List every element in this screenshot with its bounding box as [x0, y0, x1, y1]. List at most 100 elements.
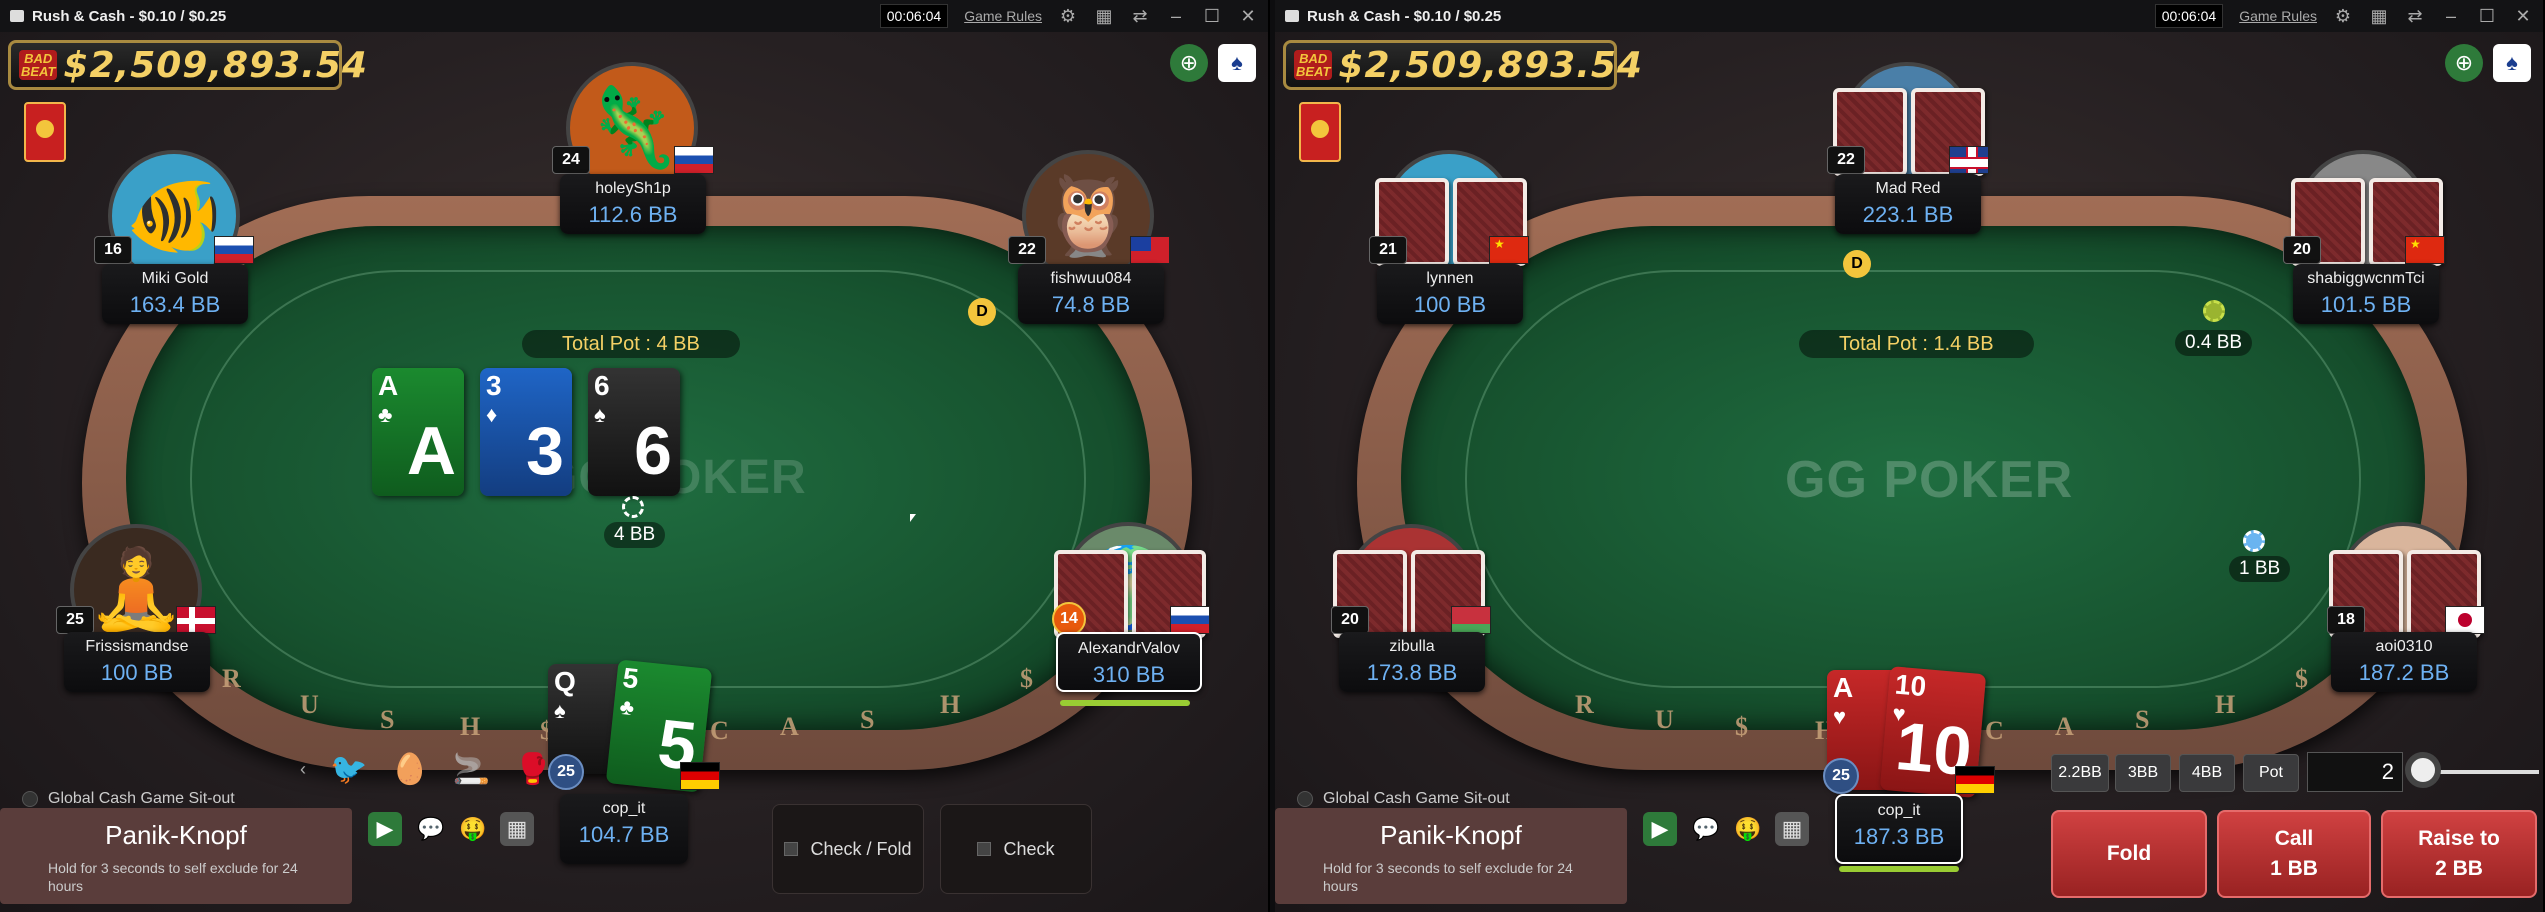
title-bar: Rush & Cash - $0.10 / $0.25 00:06:04 Gam… [1275, 0, 2543, 32]
flag-icon [1489, 236, 1529, 264]
hero-plate[interactable]: cop_it 104.7 BB [560, 794, 688, 864]
player-level: 25 [548, 754, 584, 790]
player-plate[interactable]: lynnen 100 BB [1377, 264, 1523, 324]
sitout-label: Global Cash Game Sit-out [48, 790, 235, 807]
player-plate[interactable]: fishwuu084 74.8 BB [1018, 264, 1164, 324]
maximize-icon[interactable]: ☐ [1202, 6, 1222, 27]
check-button[interactable]: Check [940, 804, 1092, 894]
panic-button[interactable]: Panik-Knopf Hold for 3 seconds to self e… [1275, 808, 1627, 904]
red-envelope-icon[interactable] [24, 102, 66, 162]
maximize-icon[interactable]: ☐ [2477, 6, 2497, 27]
sitout-toggle[interactable]: Global Cash Game Sit-out [1297, 790, 1510, 808]
total-pot: Total Pot : 4 BB [522, 330, 740, 358]
panic-title: Panik-Knopf [105, 820, 247, 850]
emoji-icon[interactable]: 🤑 [456, 812, 490, 846]
game-rules-link[interactable]: Game Rules [2239, 8, 2317, 24]
player-plate[interactable]: zibulla 173.8 BB [1339, 632, 1485, 692]
action-timer-bar [1060, 700, 1190, 706]
add-table-icon[interactable]: ⊕ [1170, 44, 1208, 82]
player-level: 22 [1827, 146, 1865, 174]
player-plate[interactable]: aoi0310 187.2 BB [2331, 632, 2477, 692]
player-plate-active[interactable]: AlexandrValov 310 BB [1056, 632, 1202, 692]
red-envelope-icon[interactable] [1299, 102, 1341, 162]
player-name: fishwuu084 [1050, 270, 1132, 287]
card-rank: Q [554, 666, 576, 697]
preset-button[interactable]: 3BB [2115, 754, 2171, 792]
card-deck-icon[interactable]: ♠ [1218, 44, 1256, 82]
chevron-left-icon[interactable]: ‹ [300, 759, 306, 780]
table-view-icon[interactable]: ⇄ [1130, 6, 1150, 27]
player-plate[interactable]: holeySh1p 112.6 BB [560, 174, 706, 234]
emoji-icon[interactable]: 🤑 [1731, 812, 1765, 846]
player-plate[interactable]: Frissismandse 100 BB [64, 632, 210, 692]
action-timer-bar [1839, 866, 1959, 872]
cigar-icon[interactable]: 🚬 [453, 752, 490, 787]
sitout-toggle[interactable]: Global Cash Game Sit-out [22, 790, 235, 808]
table-view-icon[interactable]: ⇄ [2405, 6, 2425, 27]
flag-icon [176, 606, 216, 634]
card-suit: ♣ [618, 693, 636, 721]
sitout-checkbox[interactable] [22, 791, 38, 807]
call-button[interactable]: Call 1 BB [2217, 810, 2371, 898]
window-title: Rush & Cash - $0.10 / $0.25 [1307, 7, 1502, 25]
player-plate[interactable]: shabiggwcnmTci 101.5 BB [2293, 264, 2439, 324]
player-level: 20 [1331, 606, 1369, 634]
minimize-icon[interactable]: – [1166, 6, 1186, 27]
preset-button[interactable]: 2.2BB [2051, 754, 2109, 792]
rail-letter: U [1655, 705, 1674, 734]
bad-beat-jackpot[interactable]: BAD BEAT $2,509,893.54 [8, 40, 367, 90]
chat-icon[interactable]: 💬 [414, 812, 448, 846]
rail-letter: A [780, 712, 799, 741]
player-stack: 163.4 BB [129, 292, 221, 317]
raise-button[interactable]: Raise to 2 BB [2381, 810, 2537, 898]
camera-icon[interactable]: ▶ [368, 812, 402, 846]
preset-button[interactable]: 4BB [2179, 754, 2235, 792]
fold-button[interactable]: Fold [2051, 810, 2207, 898]
gg-logo-icon [10, 10, 24, 22]
add-table-icon[interactable]: ⊕ [2445, 44, 2483, 82]
layout-icon[interactable]: ▦ [1094, 6, 1114, 27]
layout-icon[interactable]: ▦ [2369, 6, 2389, 27]
check-fold-button[interactable]: Check / Fold [772, 804, 924, 894]
minimize-icon[interactable]: – [2441, 6, 2461, 27]
player-plate[interactable]: Mad Red 223.1 BB [1835, 174, 1981, 234]
flag-icon [674, 146, 714, 174]
camera-icon[interactable]: ▶ [1643, 812, 1677, 846]
raise-amount-input[interactable]: 2 [2307, 752, 2403, 792]
call-label: Call [2274, 827, 2314, 850]
game-rules-link[interactable]: Game Rules [964, 8, 1042, 24]
player-name: aoi0310 [2375, 638, 2433, 655]
boxing-glove-icon[interactable]: 🥊 [514, 752, 551, 787]
player-plate[interactable]: Miki Gold 163.4 BB [102, 264, 248, 324]
bird-icon[interactable]: 🐦 [330, 752, 367, 787]
card-deck-icon[interactable]: ♠ [2493, 44, 2531, 82]
window-title: Rush & Cash - $0.10 / $0.25 [32, 7, 227, 25]
raise-slider-handle[interactable] [2405, 752, 2441, 788]
grid-icon[interactable]: ▦ [1775, 812, 1809, 846]
hero-plate-active[interactable]: cop_it 187.3 BB [1835, 794, 1963, 864]
ggpoker-watermark: GG POKER [1785, 451, 2074, 509]
session-clock: 00:06:04 [2154, 4, 2224, 28]
chip-icon [2243, 530, 2265, 552]
player-stack: 100 BB [1413, 292, 1487, 317]
raise-amount: 2 BB [2435, 857, 2483, 880]
gear-icon[interactable]: ⚙ [1058, 6, 1078, 27]
sitout-checkbox[interactable] [1297, 791, 1313, 807]
chat-icon[interactable]: 💬 [1689, 812, 1723, 846]
flag-icon [2405, 236, 2445, 264]
bad-beat-jackpot[interactable]: BAD BEAT $2,509,893.54 [1283, 40, 1642, 90]
gear-icon[interactable]: ⚙ [2333, 6, 2353, 27]
preset-button[interactable]: Pot [2243, 754, 2299, 792]
rail-letter: R [222, 664, 241, 693]
close-icon[interactable]: ✕ [2513, 6, 2533, 27]
close-icon[interactable]: ✕ [1238, 6, 1258, 27]
jackpot-badge: BAD BEAT [1294, 50, 1333, 80]
fold-label: Fold [2106, 842, 2152, 865]
player-stack: 187.3 BB [1853, 824, 1945, 849]
panic-button[interactable]: Panik-Knopf Hold for 3 seconds to self e… [0, 808, 352, 904]
player-level: 14 [1052, 602, 1086, 636]
grid-icon[interactable]: ▦ [500, 812, 534, 846]
check-fold-checkbox[interactable] [784, 842, 799, 856]
check-checkbox[interactable] [977, 842, 992, 856]
egg-icon[interactable]: 🥚 [391, 752, 428, 787]
